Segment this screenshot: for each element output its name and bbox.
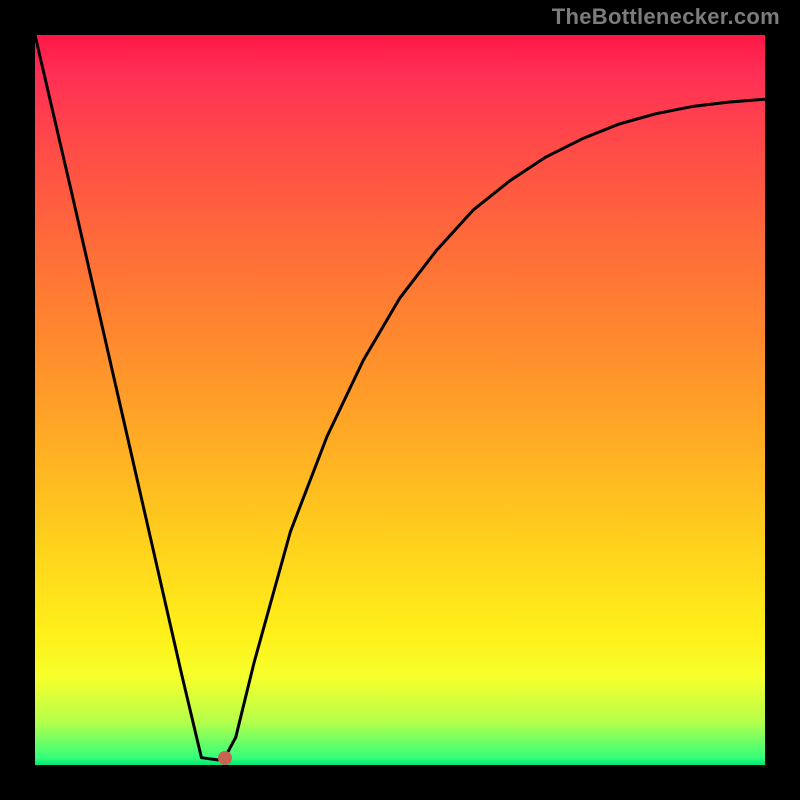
attribution-text: TheBottlenecker.com	[552, 4, 780, 30]
minimum-marker	[218, 751, 232, 765]
chart-container: TheBottlenecker.com	[0, 0, 800, 800]
curve-path	[35, 35, 765, 760]
bottleneck-curve	[35, 35, 765, 765]
plot-area	[35, 35, 765, 765]
